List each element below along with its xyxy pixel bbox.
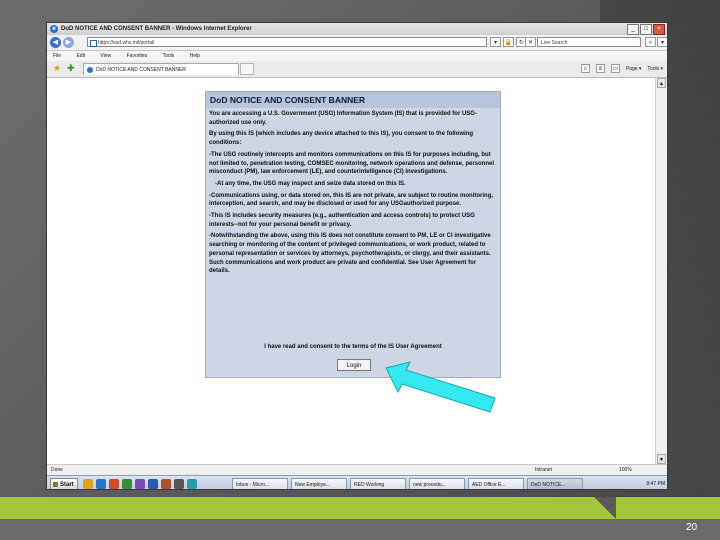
folder-icon[interactable] <box>83 479 93 489</box>
tab-active[interactable]: DoD NOTICE AND CONSENT BANNER <box>83 63 239 75</box>
search-input[interactable]: Live Search <box>537 37 641 47</box>
address-bar: ◀ ▶ https://esd.whs.mil/portal/ ▾ 🔒 ↻ ✕ … <box>47 35 667 51</box>
dropdown-icon[interactable]: ▾ <box>490 37 501 47</box>
scroll-down-icon[interactable]: ▼ <box>657 454 666 464</box>
banner-paragraph: -Notwithstanding the above, using this I… <box>209 233 491 275</box>
menu-favorites[interactable]: Favorites <box>127 53 148 59</box>
taskbar-item[interactable]: New Employe... <box>291 478 347 489</box>
url-text: https://esd.whs.mil/portal/ <box>98 40 155 46</box>
ie-icon[interactable] <box>96 479 106 489</box>
url-input[interactable]: https://esd.whs.mil/portal/ <box>87 37 487 47</box>
menu-tools[interactable]: Tools <box>163 53 175 59</box>
start-button[interactable]: Start <box>50 478 78 489</box>
consent-banner: DoD NOTICE AND CONSENT BANNER You are ac… <box>205 91 501 378</box>
scroll-up-icon[interactable]: ▲ <box>657 78 666 88</box>
powerpoint-icon[interactable] <box>161 479 171 489</box>
taskbar-item[interactable]: AED Office E... <box>468 478 524 489</box>
stop-icon[interactable]: ✕ <box>525 37 536 47</box>
pointer-arrow-icon <box>385 361 496 413</box>
page-icon <box>90 40 97 47</box>
outlook-icon[interactable] <box>109 479 119 489</box>
banner-paragraph: You are accessing a U.S. Government (USG… <box>209 111 477 126</box>
forward-button[interactable]: ▶ <box>63 37 74 48</box>
page-content: DoD NOTICE AND CONSENT BANNER You are ac… <box>47 78 656 464</box>
word-icon[interactable] <box>148 479 158 489</box>
banner-paragraph: -This IS includes security measures (e.g… <box>209 213 475 228</box>
tab-label: DoD NOTICE AND CONSENT BANNER <box>96 67 186 73</box>
tab-bar: ★ ✚ DoD NOTICE AND CONSENT BANNER ⌂ ≡ ▭ … <box>47 61 667 78</box>
vertical-scrollbar[interactable]: ▲ ▼ <box>655 78 667 464</box>
consent-statement: I have read and consent to the terms of … <box>264 344 442 350</box>
window-titlebar: e DoD NOTICE AND CONSENT BANNER - Window… <box>47 23 667 35</box>
new-tab-button[interactable] <box>240 63 254 75</box>
back-button[interactable]: ◀ <box>50 37 61 48</box>
footer-band-notch <box>594 497 616 519</box>
tools-menu[interactable]: Tools ▾ <box>647 64 663 74</box>
print-icon[interactable]: ▭ <box>610 64 620 73</box>
media-icon[interactable] <box>187 479 197 489</box>
taskbar-item[interactable]: new procedu... <box>409 478 465 489</box>
ie-logo-icon: e <box>50 25 58 33</box>
home-icon[interactable]: ⌂ <box>580 64 590 73</box>
banner-title: DoD NOTICE AND CONSENT BANNER <box>206 92 500 108</box>
menu-bar: File Edit View Favorites Tools Help <box>47 51 667 61</box>
minimize-button[interactable]: _ <box>627 24 639 35</box>
banner-body: You are accessing a U.S. Government (USG… <box>209 110 497 279</box>
page-menu[interactable]: Page ▾ <box>626 64 642 74</box>
banner-paragraph: -Communications using, or data stored on… <box>209 192 494 208</box>
menu-view[interactable]: View <box>100 53 111 59</box>
maximize-button[interactable]: □ <box>640 24 652 35</box>
browser-window: e DoD NOTICE AND CONSENT BANNER - Window… <box>46 22 668 490</box>
system-clock: 9:47 PM <box>646 481 665 487</box>
banner-paragraph: -At any time, the USG may inspect and se… <box>215 180 406 187</box>
command-bar: ⌂ ≡ ▭ Page ▾ Tools ▾ <box>580 64 663 74</box>
lock-icon[interactable]: 🔒 <box>503 37 514 47</box>
page-number: 20 <box>686 522 698 533</box>
window-title: DoD NOTICE AND CONSENT BANNER - Windows … <box>61 26 252 32</box>
favorites-star-icon[interactable]: ★ <box>53 64 61 73</box>
search-icon[interactable]: ⌕ <box>645 37 656 47</box>
tab-page-icon <box>87 67 93 73</box>
menu-edit[interactable]: Edit <box>76 53 85 59</box>
close-button[interactable]: × <box>653 24 665 35</box>
add-favorite-icon[interactable]: ✚ <box>67 64 75 73</box>
feeds-icon[interactable]: ≡ <box>595 64 605 73</box>
banner-paragraph: By using this IS (which includes any dev… <box>209 131 474 147</box>
banner-paragraph: -The USG routinely intercepts and monito… <box>209 151 495 176</box>
menu-help[interactable]: Help <box>190 53 200 59</box>
taskbar-item[interactable]: RED Working <box>350 478 406 489</box>
app-icon[interactable] <box>135 479 145 489</box>
desktop-icon[interactable] <box>174 479 184 489</box>
taskbar-item-active[interactable]: DoD NOTICE... <box>527 478 583 489</box>
taskbar-item[interactable]: Inbox - Micro... <box>232 478 288 489</box>
footer-bar <box>0 519 720 540</box>
menu-file[interactable]: File <box>53 53 61 59</box>
excel-icon[interactable] <box>122 479 132 489</box>
login-button[interactable]: Login <box>337 359 371 371</box>
windows-taskbar: Start Inbox - Micro... New Employe... RE… <box>47 475 667 489</box>
search-options-icon[interactable]: ▾ <box>657 37 667 47</box>
